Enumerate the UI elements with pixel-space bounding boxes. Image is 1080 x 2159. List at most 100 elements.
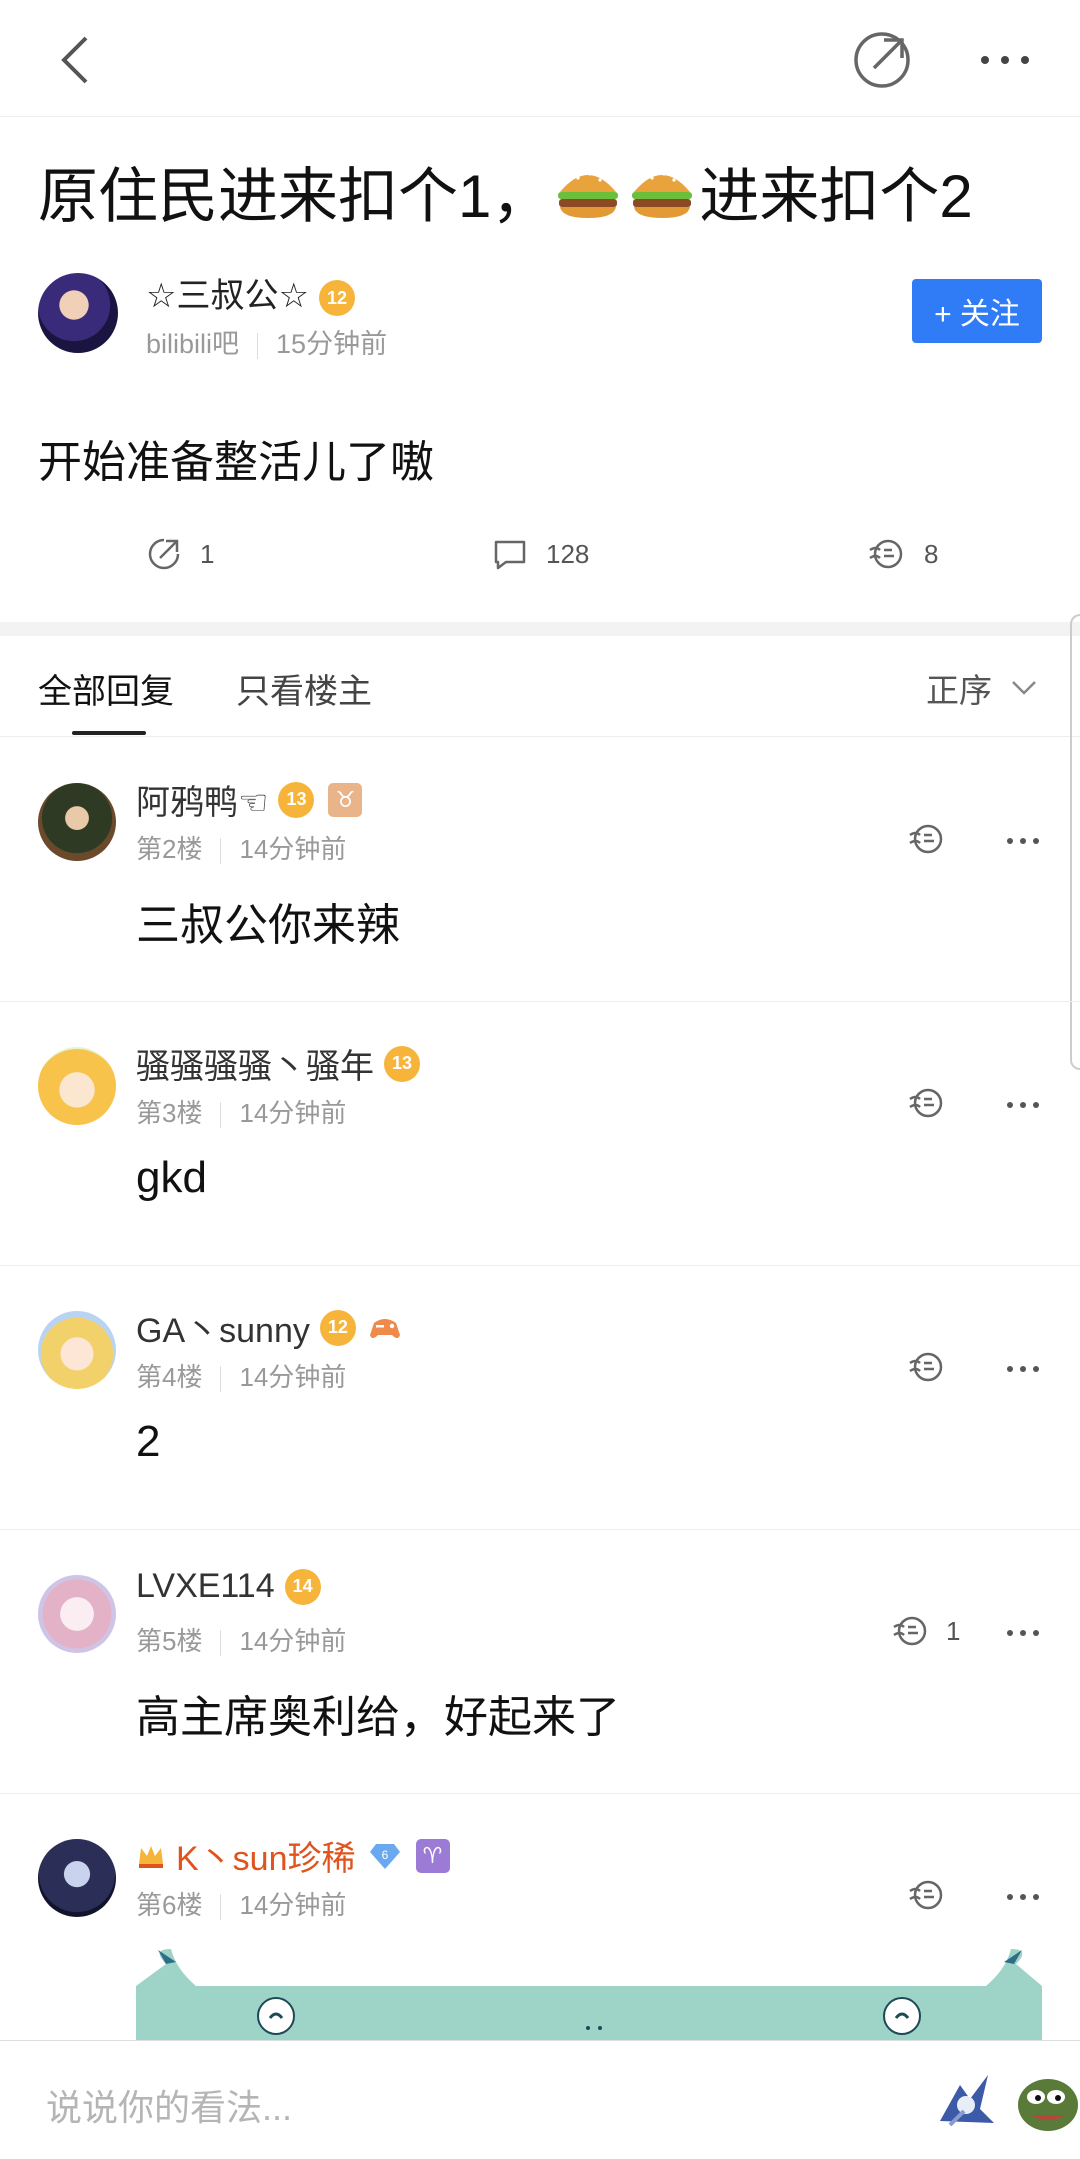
meta-divider: [220, 1102, 222, 1129]
reply-tabs: 全部回复 只看楼主 正序: [0, 636, 1080, 737]
reply-time: 14分钟前: [239, 1098, 347, 1128]
post-time: 15分钟前: [276, 329, 388, 359]
like-icon: [909, 1880, 943, 1910]
reply-avatar[interactable]: [38, 1047, 116, 1125]
reply-avatar[interactable]: [38, 1575, 116, 1653]
sort-order-dropdown[interactable]: 正序: [926, 664, 1038, 712]
reply-time: 14分钟前: [239, 1890, 347, 1920]
share-icon[interactable]: [850, 28, 914, 92]
reply-author-name[interactable]: 骚骚骚骚丶骚年: [136, 1039, 374, 1088]
level-badge: 13: [278, 781, 315, 818]
meta-divider: [257, 332, 259, 359]
reply-author-name[interactable]: K丶sun珍稀: [176, 1831, 356, 1880]
share-icon: [148, 538, 180, 570]
reply-like-count: 1: [946, 1615, 961, 1646]
reply-meta: 第4楼 14分钟前: [136, 1357, 346, 1394]
comment-stat[interactable]: 128: [492, 536, 589, 572]
hamburger-icon: [558, 171, 619, 218]
level-badge: 12: [319, 1309, 356, 1346]
more-options-icon[interactable]: [1005, 1891, 1041, 1903]
reply-content: 三叔公你来辣: [136, 901, 400, 950]
like-stat[interactable]: 8: [866, 536, 938, 572]
reply-content: gkd: [136, 1153, 207, 1202]
author-meta: bilibili吧 15分钟前: [146, 322, 387, 361]
reply-like-button[interactable]: [906, 1349, 946, 1385]
meta-divider: [220, 838, 222, 865]
author-name-row[interactable]: ☆三叔公☆ 12: [146, 268, 355, 317]
author-name[interactable]: ☆三叔公☆: [146, 277, 309, 315]
reply-input[interactable]: 说说你的看法...: [46, 2079, 292, 2131]
chevron-down-icon: [1012, 681, 1036, 695]
tab-all-replies[interactable]: 全部回复: [38, 664, 174, 713]
zodiac-badge: ♈: [415, 1838, 450, 1873]
more-options-icon[interactable]: [1005, 835, 1041, 847]
floor-number: 第6楼: [136, 1890, 203, 1920]
like-icon: [893, 1616, 927, 1646]
reply-author-name[interactable]: LVXE114: [136, 1567, 275, 1606]
more-options-icon[interactable]: [1005, 1627, 1041, 1639]
reply-author[interactable]: K丶sun珍稀 6 ♈: [136, 1831, 450, 1880]
share-stat[interactable]: 1: [146, 536, 214, 572]
reply-like-button[interactable]: [906, 821, 946, 857]
reply-avatar[interactable]: [38, 1311, 116, 1389]
reply-time: 14分钟前: [239, 834, 347, 864]
comment-icon: [494, 540, 526, 570]
reply-time: 14分钟前: [239, 1626, 347, 1656]
reply-meta: 第5楼 14分钟前: [136, 1621, 346, 1658]
reply-time: 14分钟前: [239, 1362, 347, 1392]
reply-like-button[interactable]: [906, 1085, 946, 1121]
svg-text:6: 6: [381, 1848, 388, 1862]
reply-content: 2: [136, 1417, 161, 1466]
author-avatar[interactable]: [38, 273, 118, 353]
reply-author[interactable]: 阿鸦鸭☜ 13 ♉: [136, 775, 363, 824]
active-tab-indicator: [72, 731, 146, 735]
emoji-picker-icon[interactable]: [1014, 2067, 1080, 2133]
reply-like-button[interactable]: 1: [890, 1613, 960, 1649]
reply-item: 阿鸦鸭☜ 13 ♉ 第2楼 14分钟前 三叔公你来辣: [0, 737, 1080, 1002]
sticker-image[interactable]: [136, 1944, 1042, 2044]
reply-item: 骚骚骚骚丶骚年 13 第3楼 14分钟前 gkd: [0, 1001, 1080, 1266]
reply-avatar[interactable]: [38, 783, 116, 861]
comment-count: 128: [546, 538, 590, 569]
reply-author[interactable]: GA丶sunny 12: [136, 1303, 402, 1352]
post-title-text-1: 原住民进来扣个1，: [38, 163, 552, 230]
reply-item: LVXE114 14 第5楼 14分钟前 高主席奥利给，好起来了 1: [0, 1529, 1080, 1794]
like-count: 8: [924, 538, 939, 569]
floor-number: 第5楼: [136, 1626, 203, 1656]
more-options-icon[interactable]: [1005, 1099, 1041, 1111]
top-bar: [0, 0, 1080, 117]
tab-op-only[interactable]: 只看楼主: [236, 664, 372, 713]
level-badge: 14: [284, 1568, 321, 1605]
post-title: 原住民进来扣个1， 进来扣个2: [38, 148, 973, 235]
zodiac-badge: ♉: [328, 782, 363, 817]
like-icon: [909, 1352, 943, 1382]
sort-label: 正序: [926, 672, 992, 709]
reply-meta: 第3楼 14分钟前: [136, 1093, 346, 1130]
meta-divider: [220, 1366, 222, 1393]
crown-icon: [139, 1845, 163, 1868]
meta-divider: [220, 1630, 222, 1657]
meta-divider: [220, 1894, 222, 1921]
reply-item: GA丶sunny 12 第4楼 14分钟前 2: [0, 1265, 1080, 1530]
reply-author-name[interactable]: GA丶sunny: [136, 1303, 310, 1352]
floor-number: 第4楼: [136, 1362, 203, 1392]
post-body: 开始准备整活儿了嗷: [38, 438, 434, 487]
reply-avatar[interactable]: [38, 1839, 116, 1917]
like-icon: [909, 824, 943, 854]
level-badge: 12: [318, 280, 355, 317]
reply-input-bar: 说说你的看法...: [0, 2040, 1080, 2159]
share-count: 1: [200, 538, 215, 569]
follow-button[interactable]: + 关注: [912, 279, 1042, 343]
more-options-icon[interactable]: [1005, 1363, 1041, 1375]
reply-author[interactable]: 骚骚骚骚丶骚年 13: [136, 1039, 420, 1088]
sticker-picker-icon[interactable]: [930, 2065, 1000, 2135]
reply-author-name[interactable]: 阿鸦鸭☜: [136, 775, 268, 824]
level-badge: 13: [384, 1045, 420, 1082]
post-title-text-2: 进来扣个2: [699, 163, 973, 230]
reply-author[interactable]: LVXE114 14: [136, 1567, 321, 1606]
gamepad-icon: [369, 1318, 400, 1338]
forum-name[interactable]: bilibili吧: [146, 329, 239, 359]
back-arrow-icon[interactable]: [50, 30, 110, 90]
reply-like-button[interactable]: [906, 1877, 946, 1913]
more-options-icon[interactable]: [975, 40, 1035, 80]
